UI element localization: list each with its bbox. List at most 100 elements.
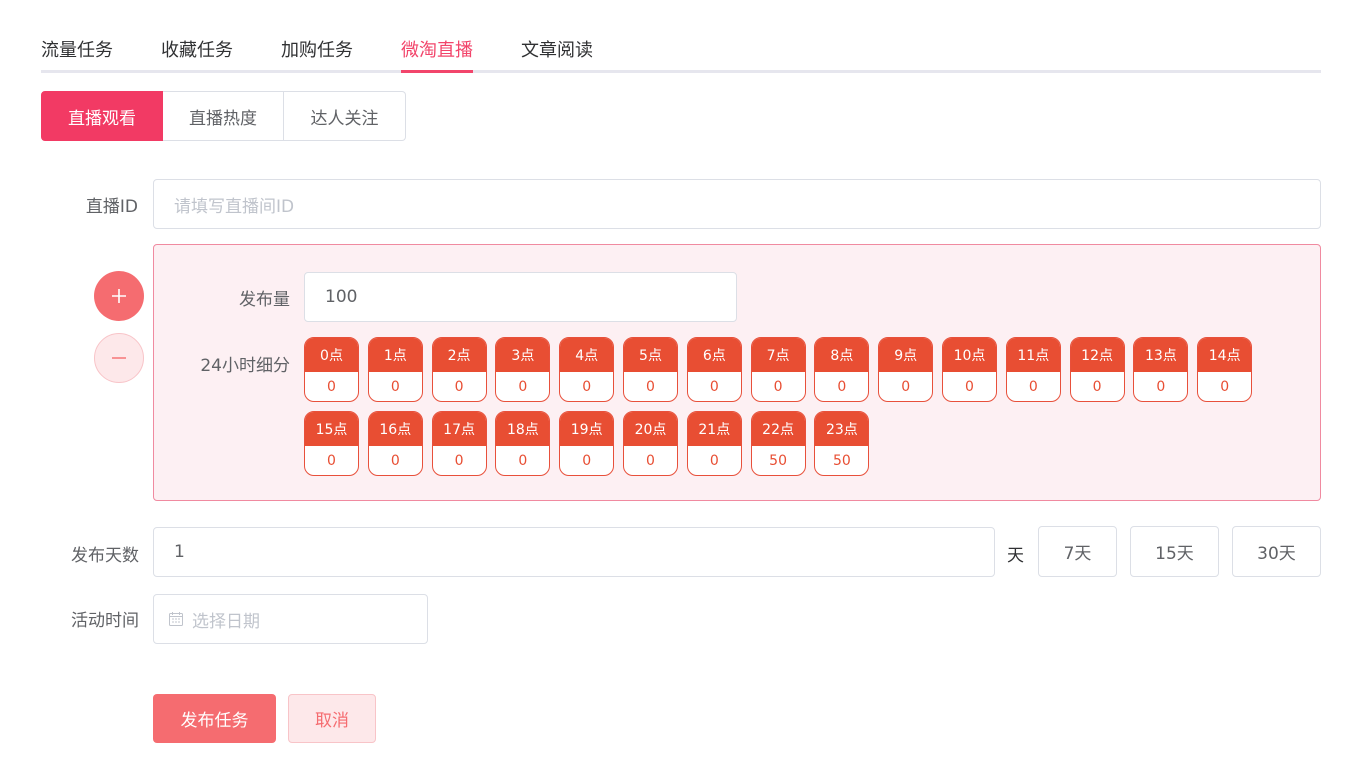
preset-15-days-button[interactable]: 15天: [1130, 526, 1219, 577]
hour-label: 14点: [1198, 338, 1252, 372]
hour-value[interactable]: 0: [433, 446, 486, 475]
hour-value[interactable]: 0: [1071, 372, 1124, 401]
hour-cell[interactable]: 4点 0: [559, 337, 615, 402]
tab-weitao-live[interactable]: 微淘直播: [401, 36, 473, 73]
hour-cell[interactable]: 20点 0: [623, 411, 678, 476]
hour-cell[interactable]: 1点 0: [367, 337, 423, 402]
tab-traffic-task[interactable]: 流量任务: [41, 36, 113, 62]
hour-value[interactable]: 0: [815, 372, 868, 401]
minus-icon: [112, 357, 126, 359]
hour-label: 7点: [751, 338, 805, 372]
publish-days-label: 发布天数: [71, 546, 139, 566]
date-placeholder: 选择日期: [192, 611, 260, 632]
hour-value[interactable]: 0: [752, 372, 805, 401]
hour-cell[interactable]: 16点 0: [367, 411, 423, 476]
hour-label: 18点: [496, 412, 550, 446]
hour-cell[interactable]: 11点 0: [1005, 337, 1061, 402]
hour-value[interactable]: 0: [943, 372, 996, 401]
hour-cell[interactable]: 7点 0: [750, 337, 806, 402]
hour-cell[interactable]: 18点 0: [495, 411, 551, 476]
hour-value[interactable]: 0: [624, 372, 677, 401]
hour-label: 2点: [432, 338, 486, 372]
hour-value[interactable]: 50: [752, 446, 805, 475]
activity-time-label: 活动时间: [71, 611, 139, 631]
date-picker-input[interactable]: 选择日期: [153, 594, 428, 644]
hour-label: 6点: [687, 338, 741, 372]
hour-value[interactable]: 0: [496, 372, 549, 401]
live-id-placeholder: 请填写直播间ID: [174, 196, 295, 217]
hour-value[interactable]: 0: [624, 446, 677, 475]
hour-label: 10点: [943, 338, 996, 372]
hour-cell[interactable]: 10点 0: [942, 337, 997, 402]
hour-cell[interactable]: 3点 0: [495, 337, 551, 402]
hour-cell[interactable]: 21点 0: [686, 411, 742, 476]
publish-days-input[interactable]: 1: [153, 527, 995, 577]
cancel-button[interactable]: 取消: [288, 694, 376, 743]
plus-icon: [112, 289, 126, 303]
publish-amount-label: 发布量: [239, 290, 290, 310]
tab-article-reading[interactable]: 文章阅读: [521, 36, 593, 62]
hour-value[interactable]: 0: [879, 372, 932, 401]
hour-cell[interactable]: 6点 0: [686, 337, 742, 402]
hour-label: 23点: [815, 412, 869, 446]
hour-cell[interactable]: 9点 0: [878, 337, 934, 402]
hour-cell[interactable]: 23点 50: [814, 411, 870, 476]
hour-value[interactable]: 0: [305, 372, 358, 401]
hour-cell[interactable]: 5点 0: [623, 337, 678, 402]
hour-value[interactable]: 0: [305, 446, 358, 475]
hour-value[interactable]: 0: [1134, 372, 1187, 401]
hour-cell[interactable]: 19点 0: [559, 411, 615, 476]
hour-cell[interactable]: 13点 0: [1133, 337, 1189, 402]
hour-cell[interactable]: 22点 50: [750, 411, 806, 476]
hour-label: 16点: [368, 412, 422, 446]
top-tabs: 流量任务 收藏任务 加购任务 微淘直播 文章阅读: [41, 0, 1321, 74]
hour-cell[interactable]: 2点 0: [431, 337, 487, 402]
hour-label: 15点: [305, 412, 358, 446]
hour-label: 5点: [624, 338, 677, 372]
hour-cell[interactable]: 15点 0: [304, 411, 359, 476]
hour-label: 3点: [496, 338, 550, 372]
hourly-breakdown-label: 24小时细分: [200, 356, 290, 376]
hour-value[interactable]: 50: [815, 446, 868, 475]
hour-value[interactable]: 0: [1007, 372, 1060, 401]
hour-cell[interactable]: 0点 0: [304, 337, 359, 402]
hour-value[interactable]: 0: [688, 446, 741, 475]
publish-amount-value: 100: [325, 287, 358, 307]
publish-task-button[interactable]: 发布任务: [153, 694, 276, 743]
hour-cell[interactable]: 14点 0: [1197, 337, 1253, 402]
calendar-icon: [169, 612, 183, 626]
hour-value[interactable]: 0: [688, 372, 741, 401]
preset-30-days-button[interactable]: 30天: [1232, 526, 1321, 577]
tabs-track: [41, 70, 1321, 73]
sub-tab-influencer-follow[interactable]: 达人关注: [284, 91, 406, 141]
sub-tab-group: 直播观看 直播热度 达人关注: [41, 91, 406, 141]
hour-value[interactable]: 0: [369, 446, 422, 475]
hour-value[interactable]: 0: [560, 446, 613, 475]
hour-label: 1点: [368, 338, 422, 372]
hour-label: 12点: [1070, 338, 1124, 372]
sub-tab-live-heat[interactable]: 直播热度: [163, 91, 284, 141]
tab-add-to-cart-task[interactable]: 加购任务: [281, 36, 353, 62]
hour-cell[interactable]: 12点 0: [1069, 337, 1125, 402]
hour-value[interactable]: 0: [496, 446, 549, 475]
hour-label: 9点: [879, 338, 933, 372]
hour-label: 20点: [624, 412, 677, 446]
preset-7-days-button[interactable]: 7天: [1038, 526, 1117, 577]
hour-value[interactable]: 0: [1198, 372, 1251, 401]
live-id-label: 直播ID: [85, 197, 138, 217]
hour-label: 17点: [432, 412, 486, 446]
hour-label: 22点: [751, 412, 805, 446]
hour-value[interactable]: 0: [369, 372, 422, 401]
live-id-input[interactable]: 请填写直播间ID: [153, 179, 1321, 229]
sub-tab-live-watch[interactable]: 直播观看: [41, 91, 163, 141]
add-row-button[interactable]: [94, 271, 144, 321]
hour-value[interactable]: 0: [433, 372, 486, 401]
hour-cell[interactable]: 17点 0: [431, 411, 487, 476]
remove-row-button[interactable]: [94, 333, 144, 383]
hour-label: 4点: [560, 338, 614, 372]
publish-amount-input[interactable]: 100: [304, 272, 737, 322]
hour-label: 19点: [560, 412, 614, 446]
hour-cell[interactable]: 8点 0: [814, 337, 870, 402]
tab-favorite-task[interactable]: 收藏任务: [161, 36, 233, 62]
hour-value[interactable]: 0: [560, 372, 613, 401]
